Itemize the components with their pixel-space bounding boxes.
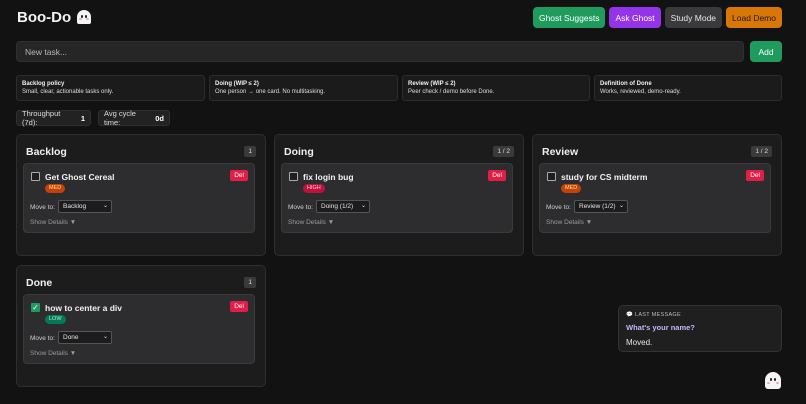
column-title: Done [26, 277, 53, 289]
task-title: Get Ghost Cereal [45, 172, 115, 182]
header-actions: Ghost Suggests Ask Ghost Study Mode Load… [532, 7, 782, 28]
chevron-down-icon: ⌄ [618, 203, 624, 209]
move-to-select[interactable]: Done ⌄ [58, 331, 112, 344]
cycle-time-label: Avg cycle time: [104, 109, 136, 127]
column-doing: Doing 1 / 2 fix login bug HIGH Del Move … [274, 134, 524, 256]
task-title: study for CS midterm [561, 172, 648, 182]
chevron-down-icon: ⌄ [360, 203, 366, 209]
move-to-label: Move to: [288, 204, 313, 211]
policy-title: Backlog policy [22, 81, 65, 87]
move-to-label: Move to: [30, 204, 55, 211]
task-checkbox[interactable] [31, 172, 40, 181]
column-count: 1 / 2 [751, 146, 772, 157]
last-message-answer: Moved. [626, 338, 653, 347]
task-card: fix login bug HIGH Del Move to: Doing (1… [281, 163, 513, 233]
delete-button[interactable]: Del [230, 170, 248, 181]
policy-title: Definition of Done [600, 81, 652, 87]
study-mode-button[interactable]: Study Mode [664, 7, 723, 28]
ghost-icon [765, 372, 781, 390]
move-to-label: Move to: [30, 335, 55, 342]
last-message-question: What's your name? [626, 323, 695, 332]
policy-text: One person → one card. No multitasking. [215, 89, 326, 95]
move-to-select[interactable]: Doing (1/2) ⌄ [316, 200, 370, 213]
last-message-label: 💬 LAST MESSAGE [626, 312, 681, 318]
column-backlog: Backlog 1 Get Ghost Cereal MED Del Move … [16, 134, 266, 256]
cycle-time-stat: Avg cycle time: 0d [98, 109, 170, 127]
policy-definition-of-done: Definition of Done Works, reviewed, demo… [594, 75, 782, 101]
task-title: how to center a div [45, 303, 122, 313]
task-card: ✓ how to center a div LOW Del Move to: D… [23, 294, 255, 364]
move-to-select[interactable]: Review (1/2) ⌄ [574, 200, 628, 213]
app-title: Boo-Do [17, 9, 92, 26]
column-count: 1 / 2 [493, 146, 514, 157]
column-review: Review 1 / 2 study for CS midterm MED De… [532, 134, 782, 256]
task-card: study for CS midterm MED Del Move to: Re… [539, 163, 771, 233]
ghost-assistant-button[interactable] [765, 372, 781, 392]
show-details-toggle[interactable]: Show Details ▼ [288, 219, 334, 226]
policy-title: Review (WIP ≤ 2) [408, 81, 456, 87]
column-count: 1 [244, 277, 256, 288]
policy-text: Small, clear, actionable tasks only. [22, 89, 114, 95]
delete-button[interactable]: Del [230, 301, 248, 312]
policy-title: Doing (WIP ≤ 2) [215, 81, 259, 87]
last-message-panel: 💬 LAST MESSAGE What's your name? Moved. [618, 305, 782, 352]
move-to-label: Move to: [546, 204, 571, 211]
column-done: Done 1 ✓ how to center a div LOW Del Mov… [16, 265, 266, 387]
policy-doing: Doing (WIP ≤ 2) One person → one card. N… [209, 75, 398, 101]
move-to-value: Done [63, 334, 79, 341]
priority-badge: MED [45, 184, 66, 193]
column-title: Backlog [26, 146, 67, 158]
app-title-text: Boo-Do [17, 9, 72, 26]
column-title: Review [542, 146, 579, 158]
ask-ghost-button[interactable]: Ask Ghost [609, 7, 661, 28]
column-count: 1 [244, 146, 256, 157]
delete-button[interactable]: Del [746, 170, 764, 181]
chevron-down-icon: ⌄ [102, 203, 108, 209]
show-details-toggle[interactable]: Show Details ▼ [30, 219, 76, 226]
policy-backlog: Backlog policy Small, clear, actionable … [16, 75, 205, 101]
move-to-value: Doing (1/2) [321, 203, 354, 210]
column-title: Doing [284, 146, 314, 158]
task-checkbox[interactable] [547, 172, 556, 181]
task-checkbox-checked[interactable]: ✓ [31, 303, 40, 312]
move-to-value: Review (1/2) [579, 203, 616, 210]
throughput-stat: Throughput (7d): 1 [16, 109, 91, 127]
ghost-icon [77, 9, 92, 26]
priority-badge: HIGH [303, 184, 325, 193]
priority-badge: LOW [45, 315, 66, 324]
load-demo-button[interactable]: Load Demo [726, 7, 782, 28]
delete-button[interactable]: Del [488, 170, 506, 181]
task-checkbox[interactable] [289, 172, 298, 181]
move-to-value: Backlog [63, 203, 87, 210]
show-details-toggle[interactable]: Show Details ▼ [546, 219, 592, 226]
move-to-select[interactable]: Backlog ⌄ [58, 200, 112, 213]
cycle-time-value: 0d [155, 113, 164, 123]
policy-text: Peer check / demo before Done. [408, 89, 495, 95]
task-title: fix login bug [303, 172, 354, 182]
throughput-value: 1 [80, 113, 85, 123]
policy-review: Review (WIP ≤ 2) Peer check / demo befor… [402, 75, 590, 101]
ghost-suggests-button[interactable]: Ghost Suggests [532, 7, 606, 28]
task-card: Get Ghost Cereal MED Del Move to: Backlo… [23, 163, 255, 233]
new-task-input[interactable] [16, 41, 744, 62]
show-details-toggle[interactable]: Show Details ▼ [30, 350, 76, 357]
add-task-button[interactable]: Add [750, 41, 782, 62]
throughput-label: Throughput (7d): [22, 109, 61, 127]
chevron-down-icon: ⌄ [102, 334, 108, 340]
priority-badge: MED [561, 184, 582, 193]
policy-text: Works, reviewed, demo-ready. [600, 89, 681, 95]
